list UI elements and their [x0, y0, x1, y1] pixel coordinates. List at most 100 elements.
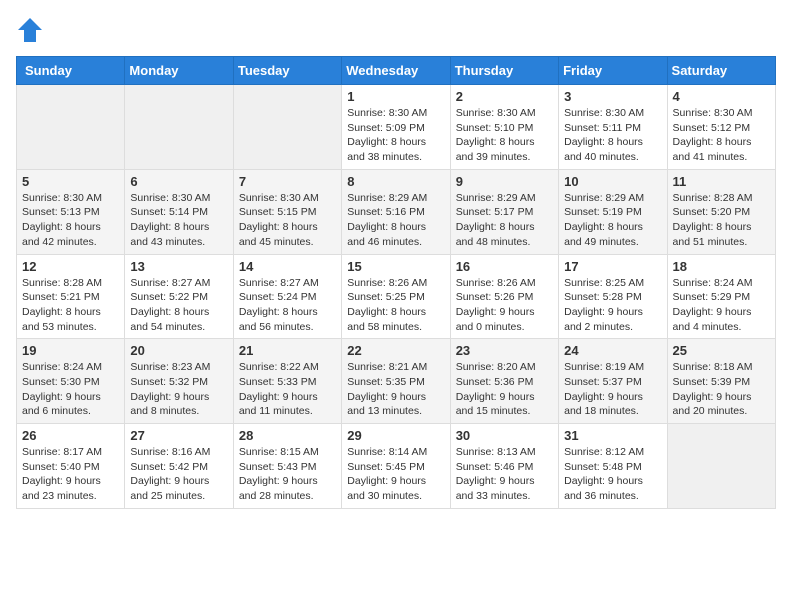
day-number: 2 — [456, 89, 553, 104]
day-info: Sunrise: 8:30 AM Sunset: 5:10 PM Dayligh… — [456, 106, 553, 165]
calendar-cell — [667, 424, 775, 509]
calendar-cell: 31 Sunrise: 8:12 AM Sunset: 5:48 PM Dayli… — [559, 424, 667, 509]
calendar-cell: 15Sunrise: 8:26 AM Sunset: 5:25 PM Dayli… — [342, 254, 450, 339]
calendar-cell: 21Sunrise: 8:22 AM Sunset: 5:33 PM Dayli… — [233, 339, 341, 424]
day-info: Sunrise: 8:30 AM Sunset: 5:15 PM Dayligh… — [239, 191, 336, 250]
calendar-cell: 12 Sunrise: 8:28 AM Sunset: 5:21 PM Dayli… — [17, 254, 125, 339]
calendar-cell: 9 Sunrise: 8:29 AM Sunset: 5:17 PM Daylig… — [450, 169, 558, 254]
day-number: 12 — [22, 259, 119, 274]
day-number: 7 — [239, 174, 336, 189]
day-info: Sunrise: 8:19 AM Sunset: 5:37 PM Dayligh… — [564, 360, 661, 419]
calendar-cell: 10 Sunrise: 8:29 AM Sunset: 5:19 PM Dayli… — [559, 169, 667, 254]
calendar-cell: 27Sunrise: 8:16 AM Sunset: 5:42 PM Dayli… — [125, 424, 233, 509]
calendar-cell: 13 Sunrise: 8:27 AM Sunset: 5:22 PM Dayli… — [125, 254, 233, 339]
day-info: Sunrise: 8:30 AM Sunset: 5:13 PM Dayligh… — [22, 191, 119, 250]
day-info: Sunrise: 8:15 AM Sunset: 5:43 PM Dayligh… — [239, 445, 336, 504]
calendar-table: SundayMondayTuesdayWednesdayThursdayFrid… — [16, 56, 776, 509]
weekday-header: Wednesday — [342, 57, 450, 85]
day-info: Sunrise: 8:30 AM Sunset: 5:14 PM Dayligh… — [130, 191, 227, 250]
day-info: Sunrise: 8:23 AM Sunset: 5:32 PM Dayligh… — [130, 360, 227, 419]
day-info: Sunrise: 8:28 AM Sunset: 5:20 PM Dayligh… — [673, 191, 770, 250]
calendar-cell: 6 Sunrise: 8:30 AM Sunset: 5:14 PM Daylig… — [125, 169, 233, 254]
day-number: 13 — [130, 259, 227, 274]
day-number: 25 — [673, 343, 770, 358]
day-info: Sunrise: 8:26 AM Sunset: 5:25 PM Dayligh… — [347, 276, 444, 335]
day-number: 10 — [564, 174, 661, 189]
calendar-cell: 11 Sunrise: 8:28 AM Sunset: 5:20 PM Dayli… — [667, 169, 775, 254]
day-number: 28 — [239, 428, 336, 443]
weekday-header: Tuesday — [233, 57, 341, 85]
day-info: Sunrise: 8:12 AM Sunset: 5:48 PM Dayligh… — [564, 445, 661, 504]
calendar-cell: 7 Sunrise: 8:30 AM Sunset: 5:15 PM Daylig… — [233, 169, 341, 254]
day-number: 5 — [22, 174, 119, 189]
weekday-header: Saturday — [667, 57, 775, 85]
day-number: 23 — [456, 343, 553, 358]
day-number: 26 — [22, 428, 119, 443]
calendar-cell: 22Sunrise: 8:21 AM Sunset: 5:35 PM Dayli… — [342, 339, 450, 424]
day-number: 9 — [456, 174, 553, 189]
day-info: Sunrise: 8:22 AM Sunset: 5:33 PM Dayligh… — [239, 360, 336, 419]
day-info: Sunrise: 8:29 AM Sunset: 5:16 PM Dayligh… — [347, 191, 444, 250]
calendar-cell: 14Sunrise: 8:27 AM Sunset: 5:24 PM Dayli… — [233, 254, 341, 339]
day-number: 18 — [673, 259, 770, 274]
calendar-cell: 23 Sunrise: 8:20 AM Sunset: 5:36 PM Dayli… — [450, 339, 558, 424]
calendar-cell: 18 Sunrise: 8:24 AM Sunset: 5:29 PM Dayli… — [667, 254, 775, 339]
day-info: Sunrise: 8:30 AM Sunset: 5:11 PM Dayligh… — [564, 106, 661, 165]
day-number: 4 — [673, 89, 770, 104]
calendar-week-row: 1 Sunrise: 8:30 AM Sunset: 5:09 PM Daylig… — [17, 85, 776, 170]
logo — [16, 16, 48, 44]
day-info: Sunrise: 8:30 AM Sunset: 5:09 PM Dayligh… — [347, 106, 444, 165]
calendar-header-row: SundayMondayTuesdayWednesdayThursdayFrid… — [17, 57, 776, 85]
weekday-header: Friday — [559, 57, 667, 85]
day-info: Sunrise: 8:14 AM Sunset: 5:45 PM Dayligh… — [347, 445, 444, 504]
day-info: Sunrise: 8:20 AM Sunset: 5:36 PM Dayligh… — [456, 360, 553, 419]
weekday-header: Thursday — [450, 57, 558, 85]
calendar-cell: 4Sunrise: 8:30 AM Sunset: 5:12 PM Daylig… — [667, 85, 775, 170]
day-info: Sunrise: 8:25 AM Sunset: 5:28 PM Dayligh… — [564, 276, 661, 335]
calendar-cell: 29Sunrise: 8:14 AM Sunset: 5:45 PM Dayli… — [342, 424, 450, 509]
calendar-cell: 2 Sunrise: 8:30 AM Sunset: 5:10 PM Daylig… — [450, 85, 558, 170]
day-info: Sunrise: 8:26 AM Sunset: 5:26 PM Dayligh… — [456, 276, 553, 335]
day-number: 17 — [564, 259, 661, 274]
day-number: 24 — [564, 343, 661, 358]
calendar-cell — [125, 85, 233, 170]
day-number: 11 — [673, 174, 770, 189]
page-header — [16, 16, 776, 44]
day-number: 6 — [130, 174, 227, 189]
calendar-week-row: 5 Sunrise: 8:30 AM Sunset: 5:13 PM Daylig… — [17, 169, 776, 254]
calendar-cell: 1 Sunrise: 8:30 AM Sunset: 5:09 PM Daylig… — [342, 85, 450, 170]
calendar-week-row: 19 Sunrise: 8:24 AM Sunset: 5:30 PM Dayli… — [17, 339, 776, 424]
day-number: 31 — [564, 428, 661, 443]
day-number: 3 — [564, 89, 661, 104]
calendar-cell: 19 Sunrise: 8:24 AM Sunset: 5:30 PM Dayli… — [17, 339, 125, 424]
day-info: Sunrise: 8:24 AM Sunset: 5:30 PM Dayligh… — [22, 360, 119, 419]
day-number: 30 — [456, 428, 553, 443]
day-number: 22 — [347, 343, 444, 358]
weekday-header: Monday — [125, 57, 233, 85]
day-info: Sunrise: 8:28 AM Sunset: 5:21 PM Dayligh… — [22, 276, 119, 335]
day-info: Sunrise: 8:29 AM Sunset: 5:17 PM Dayligh… — [456, 191, 553, 250]
day-info: Sunrise: 8:27 AM Sunset: 5:24 PM Dayligh… — [239, 276, 336, 335]
calendar-cell: 28 Sunrise: 8:15 AM Sunset: 5:43 PM Dayli… — [233, 424, 341, 509]
day-info: Sunrise: 8:17 AM Sunset: 5:40 PM Dayligh… — [22, 445, 119, 504]
day-info: Sunrise: 8:29 AM Sunset: 5:19 PM Dayligh… — [564, 191, 661, 250]
calendar-cell: 16Sunrise: 8:26 AM Sunset: 5:26 PM Dayli… — [450, 254, 558, 339]
day-info: Sunrise: 8:27 AM Sunset: 5:22 PM Dayligh… — [130, 276, 227, 335]
day-number: 19 — [22, 343, 119, 358]
day-number: 20 — [130, 343, 227, 358]
calendar-cell — [17, 85, 125, 170]
calendar-cell: 24 Sunrise: 8:19 AM Sunset: 5:37 PM Dayli… — [559, 339, 667, 424]
calendar-cell: 25 Sunrise: 8:18 AM Sunset: 5:39 PM Dayli… — [667, 339, 775, 424]
logo-icon — [16, 16, 44, 44]
calendar-cell: 17 Sunrise: 8:25 AM Sunset: 5:28 PM Dayli… — [559, 254, 667, 339]
calendar-week-row: 26 Sunrise: 8:17 AM Sunset: 5:40 PM Dayli… — [17, 424, 776, 509]
calendar-cell: 5 Sunrise: 8:30 AM Sunset: 5:13 PM Daylig… — [17, 169, 125, 254]
calendar-cell: 30Sunrise: 8:13 AM Sunset: 5:46 PM Dayli… — [450, 424, 558, 509]
day-number: 8 — [347, 174, 444, 189]
calendar-week-row: 12 Sunrise: 8:28 AM Sunset: 5:21 PM Dayli… — [17, 254, 776, 339]
weekday-header: Sunday — [17, 57, 125, 85]
day-number: 1 — [347, 89, 444, 104]
day-info: Sunrise: 8:16 AM Sunset: 5:42 PM Dayligh… — [130, 445, 227, 504]
day-info: Sunrise: 8:18 AM Sunset: 5:39 PM Dayligh… — [673, 360, 770, 419]
day-info: Sunrise: 8:24 AM Sunset: 5:29 PM Dayligh… — [673, 276, 770, 335]
